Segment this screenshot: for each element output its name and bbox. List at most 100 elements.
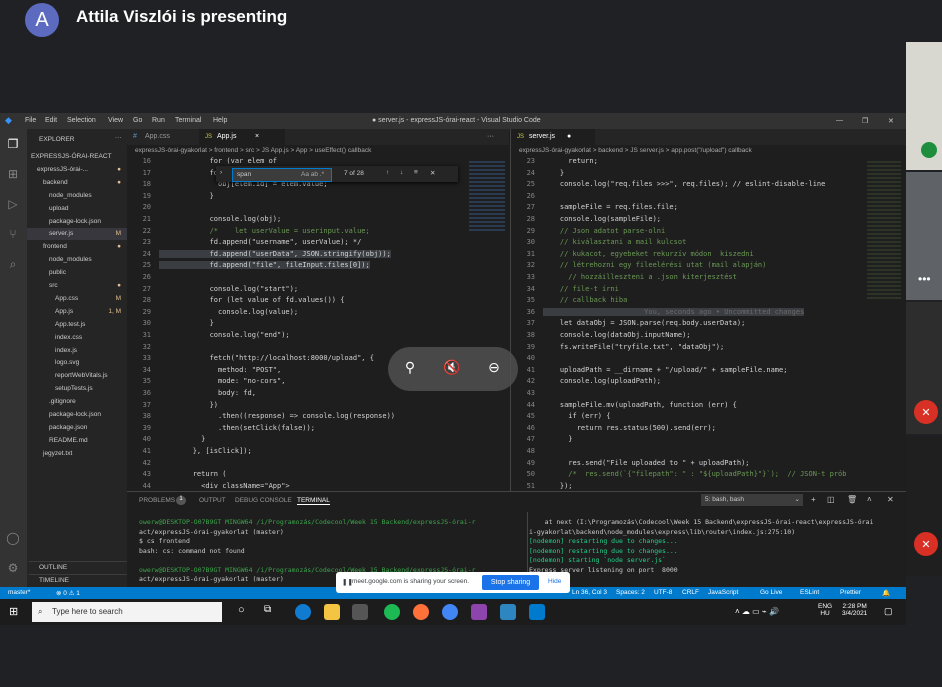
taskbar-search[interactable]: ⌕ Type here to search — [32, 602, 222, 622]
hide-button[interactable]: Hide — [548, 578, 561, 585]
code-line[interactable]: // Json adatot parse-olni — [543, 227, 665, 235]
minimize-icon[interactable]: — — [836, 117, 843, 124]
code-line[interactable]: }, [isClick]); — [159, 447, 252, 455]
edge-icon[interactable] — [295, 604, 311, 620]
tree-item[interactable]: .gitignore — [27, 396, 127, 408]
close-panel-icon[interactable]: ✕ — [887, 495, 894, 504]
tree-item[interactable]: App.test.js — [27, 319, 127, 331]
mute-audio-icon[interactable]: 🔇 — [442, 359, 462, 379]
run-debug-icon[interactable]: ▷ — [6, 197, 20, 211]
menu-selection[interactable]: Selection — [67, 117, 96, 124]
code-line[interactable]: fd.append("file", fileInput.files[0]); — [159, 261, 370, 270]
code-line[interactable]: fd.append("userData", JSON.stringify(obj… — [159, 249, 391, 258]
cortana-icon[interactable]: ○ — [238, 604, 254, 620]
clock[interactable]: 2:28 PM 3/4/2021 — [842, 603, 867, 617]
tree-item[interactable]: backend ● — [27, 177, 127, 189]
code-line[interactable]: } — [159, 319, 214, 327]
code-line[interactable]: method: "POST", — [159, 366, 281, 374]
code-line[interactable]: console.log(dataObj.inputName); — [543, 331, 691, 339]
menu-edit[interactable]: Edit — [45, 117, 57, 124]
code-line[interactable]: if (err) { — [543, 412, 610, 420]
tree-item[interactable]: App.css M — [27, 293, 127, 305]
code-line[interactable]: body: fd, — [159, 389, 256, 397]
outline-section[interactable]: OUTLINE — [29, 561, 127, 574]
code-line[interactable]: // kiválasztani a mail kulcsot — [543, 238, 686, 246]
tree-item[interactable]: index.js — [27, 345, 127, 357]
task-view-icon[interactable]: ⧉ — [264, 604, 280, 620]
tab-terminal[interactable]: TERMINAL — [297, 497, 330, 505]
next-match-icon[interactable]: ↓ — [400, 169, 403, 176]
menu-view[interactable]: View — [108, 117, 123, 124]
code-line[interactable]: // hozzáilleszteni a .json kiterjesztést — [543, 273, 737, 281]
more-actions-icon[interactable]: ··· — [115, 134, 122, 141]
tree-item[interactable]: EXPRESSJS-ÓRAI-REACT — [27, 151, 127, 163]
trash-icon[interactable]: 🗑 — [847, 495, 857, 504]
code-line[interactable]: <div className="App"> — [159, 482, 290, 490]
tree-item[interactable]: package-lock.json — [27, 216, 127, 228]
code-line[interactable]: for (var elem of — [159, 157, 277, 165]
status-branch[interactable]: master* — [8, 589, 30, 596]
app-icon[interactable] — [471, 604, 487, 620]
code-line[interactable]: } — [159, 192, 214, 200]
code-line[interactable]: console.log(obj); — [159, 215, 282, 223]
tree-item[interactable]: App.js 1, M — [27, 306, 127, 318]
code-line[interactable]: console.log(sampleFile); — [543, 215, 661, 223]
tree-item[interactable]: src ● — [27, 280, 127, 292]
status-spaces[interactable]: Spaces: 2 — [616, 589, 645, 596]
code-line[interactable]: console.log("req.files >>>", req.files);… — [543, 180, 826, 188]
code-line[interactable]: .then((response) => console.log(response… — [159, 412, 395, 420]
tree-item[interactable]: reportWebVitals.js — [27, 370, 127, 382]
app-icon-2[interactable] — [500, 604, 516, 620]
tree-item[interactable]: public — [27, 267, 127, 279]
menu-terminal[interactable]: Terminal — [175, 117, 201, 124]
find-options[interactable]: Aa ab .* — [301, 171, 324, 178]
status-prettier[interactable]: Prettier — [840, 589, 861, 596]
tree-item[interactable]: frontend ● — [27, 241, 127, 253]
find-in-selection-icon[interactable]: ≡ — [414, 169, 418, 176]
code-line[interactable]: console.log("start"); — [159, 285, 299, 293]
status-eslint[interactable]: ESLint — [800, 589, 819, 596]
menu-go[interactable]: Go — [133, 117, 142, 124]
split-terminal-icon[interactable]: ◫ — [827, 495, 835, 504]
tree-item[interactable]: setupTests.js — [27, 383, 127, 395]
tree-item[interactable]: node_modules — [27, 190, 127, 202]
settings-gear-icon[interactable]: ⚙ — [6, 561, 20, 575]
code-line[interactable]: res.send("File uploaded to " + uploadPat… — [543, 459, 749, 467]
code-line[interactable]: /* let userValue = userinput.value; — [159, 227, 370, 235]
code-line[interactable]: return; — [543, 157, 598, 165]
unsaved-dot-icon[interactable]: ● — [567, 129, 571, 145]
action-center-icon[interactable]: ▢ — [884, 606, 893, 617]
search-icon[interactable]: ⌕ — [6, 257, 20, 271]
notifications-bell-icon[interactable]: 🔔 — [882, 589, 890, 597]
participant-tile-3[interactable]: ✕ — [906, 302, 942, 434]
prev-match-icon[interactable]: ↑ — [386, 169, 389, 176]
stop-sharing-button[interactable]: Stop sharing — [482, 575, 539, 590]
toggle-replace-icon[interactable]: › — [220, 169, 230, 176]
tab-output[interactable]: OUTPUT — [199, 497, 226, 504]
tree-item[interactable]: upload — [27, 203, 127, 215]
code-line[interactable]: /* res.send(`{"filepath": " : "${uploadP… — [543, 470, 846, 478]
pin-icon[interactable]: ⚲ — [400, 359, 420, 379]
code-line[interactable]: }); — [543, 482, 573, 490]
tab-server-js[interactable]: JS server.js ● — [511, 129, 595, 145]
code-line[interactable]: fetch("http://localhost:8000/upload", { — [159, 354, 374, 362]
code-line[interactable]: uploadPath = __dirname + "/upload/" + sa… — [543, 366, 788, 374]
breadcrumb-left[interactable]: expressJS-órai-gyakorlat > frontend > sr… — [135, 145, 371, 157]
code-line[interactable]: // kukacot, egyebeket rekurzív módon kis… — [543, 250, 754, 258]
tree-item[interactable]: package-lock.json — [27, 409, 127, 421]
status-errors[interactable]: ⊗ 0 ⚠ 1 — [56, 589, 80, 597]
menu-help[interactable]: Help — [213, 117, 227, 124]
breadcrumb-right[interactable]: expressJS-órai-gyakorlat > backend > JS … — [519, 145, 752, 157]
close-tab-icon[interactable]: × — [255, 129, 259, 145]
tree-item[interactable]: server.js M — [27, 228, 127, 241]
status-language[interactable]: JavaScript — [708, 589, 738, 596]
participant-tile-2[interactable]: ••• — [906, 172, 942, 300]
more-options-icon[interactable]: ••• — [918, 272, 931, 286]
code-line[interactable]: for (let value of fd.values()) { — [159, 296, 345, 304]
terminal-select[interactable]: 5: bash, bash ⌄ — [701, 494, 803, 506]
timeline-section[interactable]: TIMELINE — [29, 574, 127, 587]
code-line[interactable]: for — [159, 169, 223, 177]
code-line[interactable]: return res.status(500).send(err); — [543, 424, 716, 432]
extensions-icon[interactable]: ⊞ — [6, 167, 20, 181]
code-line[interactable]: // létrehozni egy fileelérési utat (mail… — [543, 261, 767, 269]
